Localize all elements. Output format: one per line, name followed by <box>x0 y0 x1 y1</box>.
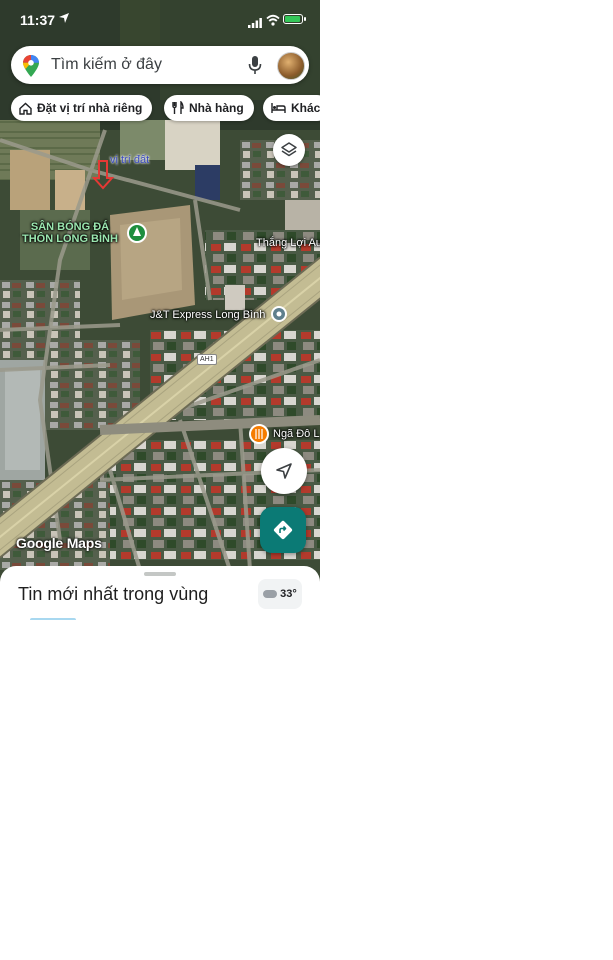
sheet-drag-handle[interactable] <box>144 572 176 576</box>
nga-do-label[interactable]: Ngã Đô L <box>273 428 319 440</box>
battery-charging-icon <box>283 14 306 24</box>
layers-icon <box>281 142 297 157</box>
weather-chip[interactable]: 33° <box>258 579 302 609</box>
directions-button[interactable] <box>260 507 306 553</box>
cloud-icon <box>263 590 278 598</box>
navigation-arrow-icon <box>276 463 292 479</box>
thang-loi-label[interactable]: Thắng Lợi Au <box>256 237 320 249</box>
jt-express-label[interactable]: J&T Express Long Bình <box>150 309 265 321</box>
directions-icon <box>273 520 293 540</box>
football-field-label-line1: SÂN BÓNG ĐÁ <box>30 221 110 233</box>
football-field-label[interactable]: SÂN BÓNG ĐÁ THÔN LONG BÌNH <box>22 221 118 245</box>
google-maps-logo: Google Maps <box>16 535 102 551</box>
phone-screen: vị trí đất SÂN BÓNG ĐÁ THÔN LONG BÌNH Th… <box>0 0 320 620</box>
weather-temperature: 33° <box>280 588 297 600</box>
status-bar: 11:37 <box>0 0 320 40</box>
google-maps-pin-icon <box>23 55 39 82</box>
sheet-content-indicator <box>30 618 76 620</box>
football-field-label-line2: THÔN LONG BÌNH <box>22 233 118 245</box>
chip-hotels-label: Khác <box>291 101 320 115</box>
wifi-icon <box>266 13 280 31</box>
location-services-icon <box>58 12 70 27</box>
chip-restaurants[interactable]: Nhà hàng <box>164 95 254 121</box>
cellular-signal-icon <box>248 15 262 33</box>
land-location-annotation: vị trí đất <box>110 154 150 166</box>
microphone-icon[interactable] <box>248 55 262 80</box>
chip-set-home-label: Đặt vị trí nhà riêng <box>37 101 143 115</box>
bed-icon <box>271 103 286 113</box>
layers-button[interactable] <box>273 134 305 166</box>
fork-knife-icon <box>172 101 184 114</box>
latest-news-title: Tin mới nhất trong vùng <box>18 584 209 604</box>
my-location-button[interactable] <box>261 448 307 494</box>
search-input[interactable]: Tìm kiếm ở đây <box>51 56 162 74</box>
status-time: 11:37 <box>20 12 56 28</box>
account-avatar[interactable] <box>277 52 305 80</box>
chip-restaurants-label: Nhà hàng <box>189 101 244 115</box>
road-shield-ah1: AH1 <box>197 354 217 365</box>
search-bar[interactable]: Tìm kiếm ở đây <box>11 46 309 84</box>
chip-set-home[interactable]: Đặt vị trí nhà riêng <box>11 95 153 121</box>
home-icon <box>19 102 32 115</box>
bottom-sheet[interactable]: Tin mới nhất trong vùng 33° <box>0 566 320 620</box>
chip-hotels[interactable]: Khác <box>263 95 320 121</box>
